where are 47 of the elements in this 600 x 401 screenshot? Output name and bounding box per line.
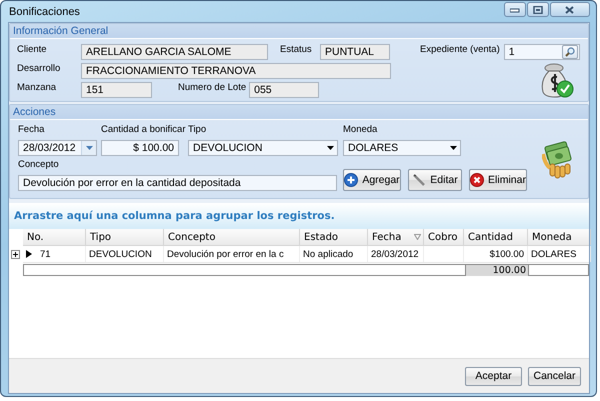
table-cell: 28/03/2012 [371, 248, 419, 260]
table-cell: No aplicado [303, 248, 354, 260]
table-cell: DOLARES [531, 248, 576, 260]
column-header[interactable]: No. [23, 229, 86, 245]
group-title: Información General [10, 24, 588, 39]
edit-button[interactable]: Editar [408, 169, 462, 191]
input-field[interactable]: 28/03/2012 [18, 140, 97, 156]
field-label: Estatus [280, 44, 313, 55]
accept-button[interactable]: Aceptar [465, 366, 522, 386]
input-field[interactable]: 151 [81, 82, 152, 98]
column-header[interactable]: Tipo [86, 229, 164, 245]
field-label: Cantidad a bonificar [101, 124, 186, 135]
cancel-button[interactable]: Cancelar [528, 366, 581, 386]
window-title: Bonificaciones [8, 6, 80, 18]
field-label: Expediente (venta) [420, 44, 500, 55]
input-field[interactable]: FRACCIONAMIENTO TERRANOVA [81, 63, 391, 79]
column-header[interactable]: Concepto [164, 229, 300, 245]
field-label: Fecha [18, 124, 44, 135]
input-field[interactable]: Devolución por error en la cantidad depositada [18, 175, 337, 191]
column-header[interactable]: Estado [300, 229, 368, 245]
table-cell: Devolución por error en la c [167, 248, 284, 260]
column-header[interactable]: Cantidad [464, 229, 528, 245]
field-label: Desarrollo [17, 63, 62, 74]
input-field[interactable]: DOLARES [343, 140, 461, 156]
column-header[interactable]: Fecha [368, 229, 424, 245]
field-label: Concepto [18, 159, 59, 170]
field-label: Manzana [17, 82, 58, 93]
input-field[interactable]: DEVOLUCION [188, 140, 338, 156]
input-field[interactable]: 1 [504, 44, 580, 60]
input-field[interactable]: PUNTUAL [320, 44, 390, 60]
column-header[interactable]: Cobro [424, 229, 464, 245]
input-field[interactable]: 055 [249, 82, 320, 98]
input-field[interactable]: ARELLANO GARCIA SALOME [81, 44, 268, 60]
column-header[interactable]: Moneda [528, 229, 591, 245]
field-label: Numero de Lote [178, 82, 246, 93]
total-cell: 100.00 [465, 265, 529, 276]
delete-button[interactable]: Eliminar [469, 169, 527, 191]
group-by-hint: Arrastre aquí una columna para agrupar los registros. [9, 203, 589, 229]
input-field[interactable]: $ 100.00 [101, 140, 179, 156]
table-cell: 71 [40, 248, 51, 260]
field-label: Cliente [17, 44, 48, 55]
field-label: Moneda [343, 124, 378, 135]
table-cell: DEVOLUCION [89, 248, 152, 260]
field-label: Tipo [188, 124, 206, 135]
group-title: Acciones [10, 105, 588, 120]
table-cell: $100.00 [490, 248, 524, 260]
add-button[interactable]: Agregar [343, 169, 401, 191]
